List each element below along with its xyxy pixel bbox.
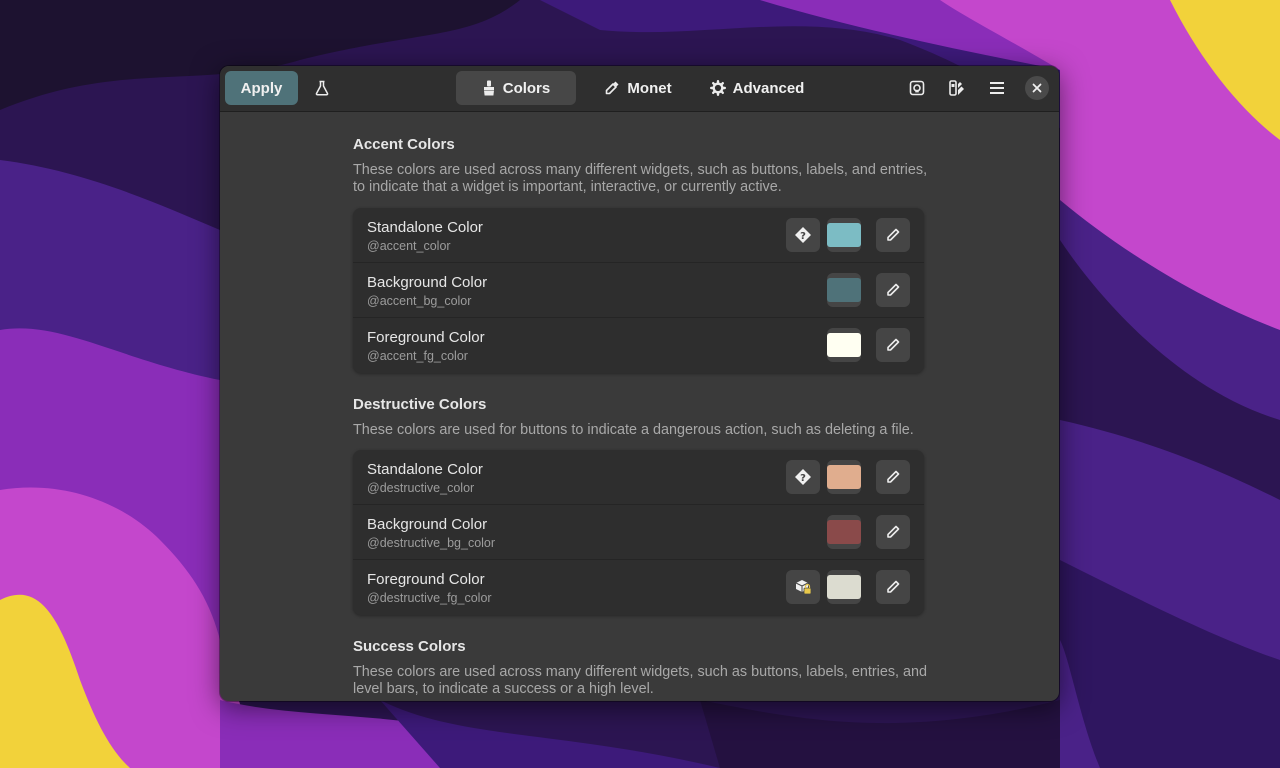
pencil-icon — [887, 470, 900, 483]
svg-text:?: ? — [800, 473, 806, 484]
edit-color-button[interactable] — [876, 515, 910, 549]
color-swatch-button[interactable] — [827, 460, 861, 494]
section-desc-destructive: These colors are used for buttons to ind… — [353, 422, 914, 438]
row-title: Foreground Color — [367, 571, 485, 588]
package-lock-icon — [795, 580, 812, 595]
hamburger-menu-icon — [990, 82, 1004, 94]
apply-button[interactable]: Apply — [225, 71, 298, 105]
pencil-icon — [887, 338, 900, 351]
section-desc-accent: These colors are used across many differ… — [353, 162, 928, 195]
help-diamond-icon: ? — [795, 227, 811, 243]
svg-text:?: ? — [800, 231, 806, 242]
brush-icon — [483, 80, 494, 96]
help-diamond-icon: ? — [795, 469, 811, 485]
main-menu-button[interactable] — [980, 71, 1014, 105]
edit-color-button[interactable] — [876, 218, 910, 252]
edit-color-button[interactable] — [876, 273, 910, 307]
section-desc-success: These colors are used across many differ… — [353, 664, 928, 697]
row-variable: @accent_fg_color — [367, 349, 468, 363]
headerbar: Apply Colors Monet Advanced — [220, 66, 1059, 112]
close-icon — [1032, 83, 1042, 93]
tab-colors-label: Colors — [502, 79, 551, 97]
close-button[interactable] — [1025, 76, 1049, 100]
row-variable: @accent_bg_color — [367, 294, 472, 308]
presets-button[interactable] — [305, 71, 339, 105]
pencil-icon — [887, 283, 900, 296]
destructive-colors-card: Standalone Color @destructive_color ? Ba… — [353, 450, 924, 615]
row-variable: @accent_color — [367, 239, 451, 253]
color-swatch — [827, 520, 861, 544]
color-row-destructive-foreground: Foreground Color @destructive_fg_color — [353, 560, 924, 615]
row-title: Foreground Color — [367, 329, 485, 346]
row-title: Standalone Color — [367, 219, 483, 236]
section-title-success: Success Colors — [353, 638, 466, 655]
color-swatch — [827, 465, 861, 489]
swatches-button[interactable] — [940, 71, 974, 105]
row-title: Standalone Color — [367, 461, 483, 478]
gear-icon — [709, 80, 726, 96]
color-row-destructive-background: Background Color @destructive_bg_color — [353, 505, 924, 560]
color-swatch-button[interactable] — [827, 328, 861, 362]
section-title-destructive: Destructive Colors — [353, 396, 487, 413]
color-swatch — [827, 223, 861, 247]
color-swatch — [827, 333, 861, 357]
color-swatch — [827, 575, 861, 599]
palette-button[interactable] — [900, 71, 934, 105]
info-button[interactable]: ? — [786, 460, 820, 494]
edit-color-button[interactable] — [876, 328, 910, 362]
app-window: Apply Colors Monet Advanced Accent Color… — [220, 66, 1059, 701]
tab-advanced[interactable]: Advanced — [702, 71, 812, 105]
tab-monet[interactable]: Monet — [590, 71, 686, 105]
eyedropper-icon — [606, 81, 619, 95]
palette-doc-icon — [909, 80, 925, 96]
pencil-icon — [887, 580, 900, 593]
swatches-icon — [949, 80, 964, 96]
row-variable: @destructive_color — [367, 481, 475, 495]
color-swatch-button[interactable] — [827, 570, 861, 604]
edit-color-button[interactable] — [876, 460, 910, 494]
color-row-accent-foreground: Foreground Color @accent_fg_color — [353, 318, 924, 373]
tab-colors[interactable]: Colors — [456, 71, 576, 105]
edit-color-button[interactable] — [876, 570, 910, 604]
pencil-icon — [887, 228, 900, 241]
color-swatch-button[interactable] — [827, 515, 861, 549]
accent-colors-card: Standalone Color @accent_color ? Backgro… — [353, 208, 924, 373]
row-variable: @destructive_bg_color — [367, 536, 496, 550]
row-title: Background Color — [367, 274, 488, 291]
color-swatch — [827, 278, 861, 302]
info-button[interactable]: ? — [786, 218, 820, 252]
inherited-color-button[interactable] — [786, 570, 820, 604]
content-scroll-area[interactable]: Accent Colors These colors are used acro… — [220, 112, 1059, 701]
flask-icon — [315, 80, 329, 96]
pencil-icon — [887, 525, 900, 538]
color-swatch-button[interactable] — [827, 273, 861, 307]
color-row-accent-background: Background Color @accent_bg_color — [353, 263, 924, 318]
tab-advanced-label: Advanced — [732, 79, 805, 97]
color-row-destructive-standalone: Standalone Color @destructive_color ? — [353, 450, 924, 505]
section-title-accent: Accent Colors — [353, 136, 455, 153]
row-variable: @destructive_fg_color — [367, 591, 492, 605]
row-title: Background Color — [367, 516, 488, 533]
tab-monet-label: Monet — [627, 79, 672, 97]
color-swatch-button[interactable] — [827, 218, 861, 252]
color-row-accent-standalone: Standalone Color @accent_color ? — [353, 208, 924, 263]
